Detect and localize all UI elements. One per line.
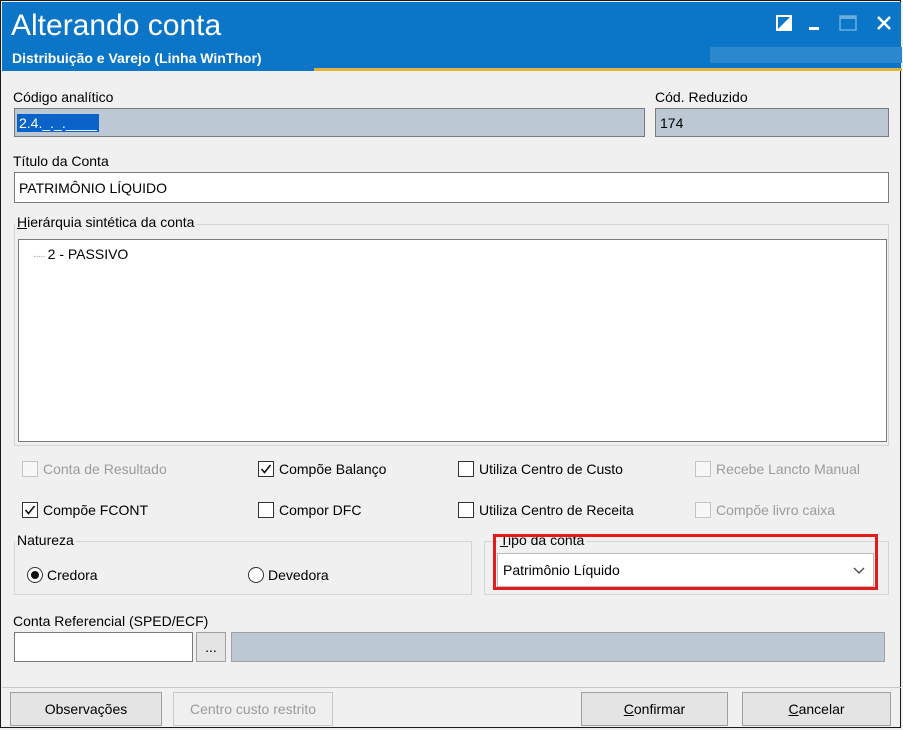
checkbox-empty — [458, 502, 474, 518]
conta-referencial-label: Conta Referencial (SPED/ECF) — [13, 613, 209, 629]
conta-referencial-description — [231, 632, 885, 662]
devedora-radio[interactable]: Devedora — [248, 567, 329, 583]
credora-label: Credora — [47, 567, 98, 583]
tree-connector: ····· — [33, 251, 46, 262]
titulo-conta-label: Título da Conta — [13, 153, 109, 169]
checkmark-icon — [22, 502, 38, 518]
checkbox-empty — [695, 502, 711, 518]
codigo-analitico-label: Código analítico — [13, 89, 114, 105]
radio-selected-icon — [27, 567, 43, 583]
conta-referencial-code-input[interactable] — [14, 632, 193, 662]
cancelar-label-rest: ancelar — [798, 701, 845, 717]
window-title: Alterando conta — [11, 9, 222, 42]
conta-resultado-checkbox[interactable]: Conta de Resultado — [22, 461, 167, 477]
cod-reduzido-label: Cód. Reduzido — [655, 89, 748, 105]
utiliza-centro-custo-checkbox[interactable]: Utiliza Centro de Custo — [458, 461, 623, 477]
tree-item[interactable]: ····· 2 - PASSIVO — [33, 246, 128, 262]
codigo-analitico-field[interactable]: 2.4._._.____ — [14, 108, 645, 137]
compor-dfc-checkbox[interactable]: Compor DFC — [258, 502, 361, 518]
title-stripe — [710, 47, 902, 63]
restore-icon[interactable] — [772, 10, 796, 36]
titulo-conta-input[interactable]: PATRIMÔNIO LÍQUIDO — [14, 172, 889, 203]
checkbox-empty — [258, 502, 274, 518]
dialog-window: Alterando conta Distribuição e Varejo (L… — [0, 0, 902, 728]
close-icon[interactable] — [872, 10, 896, 36]
recebe-lancto-manual-checkbox[interactable]: Recebe Lancto Manual — [695, 461, 860, 477]
title-accent-line — [314, 68, 902, 71]
compoe-livro-caixa-label: Compõe livro caixa — [716, 502, 836, 518]
maximize-icon[interactable] — [836, 10, 860, 36]
hierarquia-tree[interactable]: ····· 2 - PASSIVO — [18, 239, 887, 442]
checkbox-empty — [695, 461, 711, 477]
lookup-button[interactable]: ... — [196, 632, 226, 662]
checkmark-icon — [258, 461, 274, 477]
minimize-icon[interactable] — [802, 10, 826, 36]
credora-radio[interactable]: Credora — [27, 567, 98, 583]
centro-custo-restrito-button[interactable]: Centro custo restrito — [173, 692, 333, 726]
radio-empty-icon — [248, 567, 264, 583]
recebe-lancto-manual-label: Recebe Lancto Manual — [716, 461, 860, 477]
utiliza-centro-custo-label: Utiliza Centro de Custo — [479, 461, 623, 477]
utiliza-centro-receita-label: Utiliza Centro de Receita — [479, 502, 634, 518]
observacoes-button[interactable]: Observações — [10, 692, 162, 726]
footer-separator — [2, 687, 901, 688]
utiliza-centro-receita-checkbox[interactable]: Utiliza Centro de Receita — [458, 502, 634, 518]
natureza-label: Natureza — [15, 532, 76, 548]
hierarquia-label-rest: ierárquia sintética da conta — [27, 214, 195, 230]
compoe-fcont-label: Compõe FCONT — [43, 502, 149, 518]
window-subtitle: Distribuição e Varejo (Linha WinThor) — [12, 50, 262, 66]
compoe-livro-caixa-checkbox[interactable]: Compõe livro caixa — [695, 502, 835, 518]
cancelar-button[interactable]: Cancelar — [742, 692, 891, 726]
compoe-fcont-checkbox[interactable]: Compõe FCONT — [22, 502, 148, 518]
codigo-analitico-value: 2.4._._.____ — [17, 113, 99, 132]
checkbox-empty — [22, 461, 38, 477]
highlight-box — [493, 534, 878, 590]
confirmar-button[interactable]: Confirmar — [581, 692, 728, 726]
compoe-balanco-checkbox[interactable]: Compõe Balanço — [258, 461, 386, 477]
compoe-balanco-label: Compõe Balanço — [279, 461, 387, 477]
hierarquia-label: Hierárquia sintética da conta — [15, 214, 197, 230]
cod-reduzido-field[interactable]: 174 — [655, 108, 889, 137]
title-bar: Alterando conta Distribuição e Varejo (L… — [2, 2, 902, 71]
checkbox-empty — [458, 461, 474, 477]
tree-item-label: 2 - PASSIVO — [47, 246, 129, 262]
compor-dfc-label: Compor DFC — [279, 502, 362, 518]
conta-resultado-label: Conta de Resultado — [43, 461, 167, 477]
devedora-label: Devedora — [268, 567, 329, 583]
confirmar-label-rest: onfirmar — [633, 701, 686, 717]
